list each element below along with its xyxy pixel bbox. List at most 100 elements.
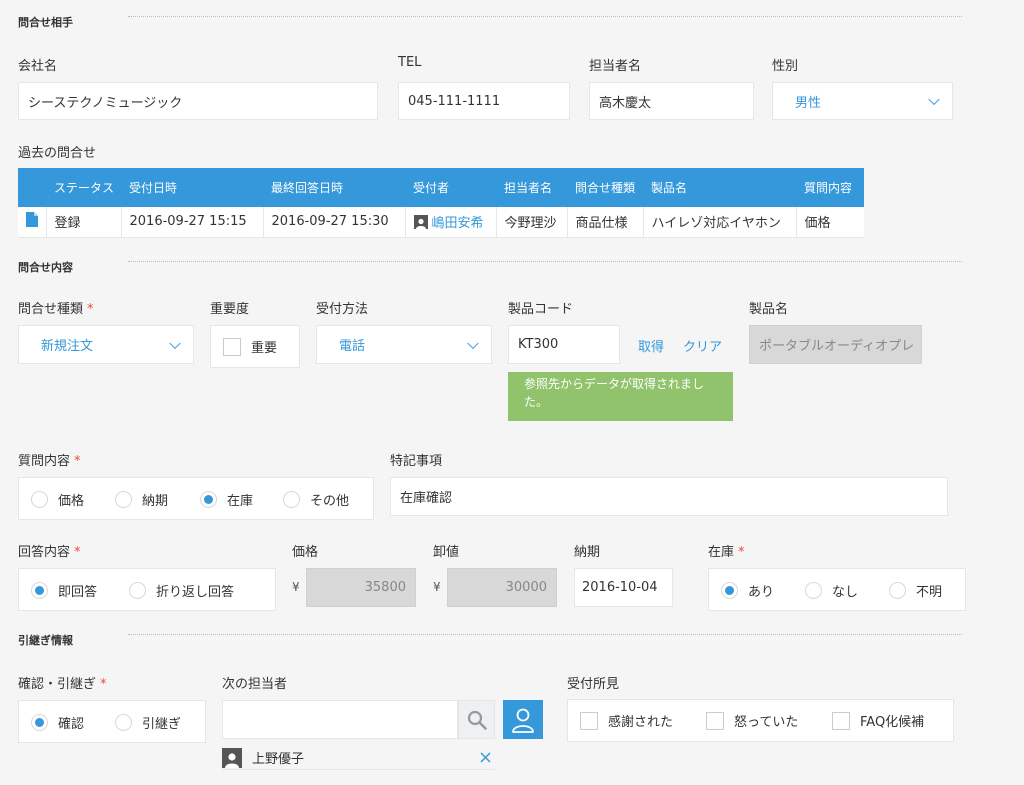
delivery-date-field[interactable]: 2016-10-04 [574,568,673,607]
method-label: 受付方法 [316,302,369,317]
person-field[interactable]: 高木慶太 [589,82,754,120]
history-header-row: ステータス 受付日時 最終回答日時 受付者 担当者名 問合せ種類 製品名 質問内… [18,168,864,207]
question-radio-stock[interactable]: 在庫 [200,490,253,509]
history-label: 過去の問合せ [18,146,97,161]
user-avatar-icon [222,747,242,768]
document-icon[interactable] [25,212,38,228]
history-cell-person: 今野理沙 [495,207,567,238]
history-col-last-answer: 最終回答日時 [263,168,405,207]
wholesale-label: 卸値 [433,545,460,560]
chevron-down-icon [467,337,479,349]
user-avatar-icon [413,215,428,230]
importance-label: 重要度 [210,302,250,317]
code-field[interactable]: KT300 [508,325,620,364]
gender-select[interactable]: 男性 [772,82,953,120]
chevron-down-icon [928,93,940,106]
section-title-contact: 問合せ相手 [18,16,73,29]
question-radio-group: 価格 納期 在庫 その他 [18,477,374,520]
history-cell-receiver[interactable]: 嶋田安希 [404,207,496,238]
price-yen: ¥ [292,580,300,594]
impression-checkbox-thanked[interactable]: 感謝された [580,711,673,730]
next-person-label: 次の担当者 [222,677,288,692]
confirm-radio-handover[interactable]: 引継ぎ [115,713,181,732]
notes-label: 特記事項 [390,454,443,469]
notes-field[interactable]: 在庫確認 [390,477,948,516]
section-title-handover: 引継ぎ情報 [18,634,73,647]
answer-label: 回答内容 * [18,545,81,560]
impression-checkbox-group: 感謝された 怒っていた FAQ化候補 [567,699,954,742]
stock-radio-yes[interactable]: あり [721,581,774,600]
fetch-link[interactable]: 取得 [638,336,664,355]
price-field: 35800 [306,568,416,607]
delivery-label: 納期 [574,545,601,560]
history-col-receiver: 受付者 [405,168,496,207]
stock-radio-no[interactable]: なし [805,581,858,600]
impression-label: 受付所見 [567,677,620,692]
clear-link[interactable]: クリア [683,336,722,355]
type-select[interactable]: 新規注文 [18,325,194,364]
history-col-icon [18,168,46,207]
history-cell-type: 商品仕様 [566,207,643,238]
question-radio-other[interactable]: その他 [283,490,349,509]
receiver-link[interactable]: 嶋田安希 [432,216,484,231]
question-label: 質問内容 * [18,454,81,469]
importance-group: 重要 [210,325,300,368]
remove-user-icon[interactable] [480,752,491,763]
person-label: 担当者名 [589,59,642,74]
history-col-type: 問合せ種類 [567,168,643,207]
history-cell-received: 2016-09-27 15:15 [120,207,263,238]
selected-user-chip: 上野優子 [222,746,495,770]
product-field: ポータブルオーディオプレ [749,325,922,364]
history-col-question: 質問内容 [796,168,864,207]
history-col-status: ステータス [46,168,121,207]
question-radio-delivery[interactable]: 納期 [115,490,168,509]
tel-field[interactable]: 045-111-1111 [398,82,570,120]
stock-radio-group: あり なし 不明 [708,568,966,611]
wholesale-field: 30000 [447,568,557,607]
history-cell-question: 価格 [795,207,864,238]
answer-radio-callback[interactable]: 折り返し回答 [129,581,234,600]
search-icon [467,710,487,730]
method-select[interactable]: 電話 [316,325,492,364]
history-col-person: 担当者名 [496,168,567,207]
gender-label: 性別 [772,59,799,74]
importance-checkbox[interactable]: 重要 [223,337,277,356]
user-search-button[interactable] [458,700,495,739]
fetch-success-tooltip: 参照先からデータが取得されました。 [508,372,733,421]
answer-radio-group: 即回答 折り返し回答 [18,568,276,611]
impression-checkbox-angry[interactable]: 怒っていた [706,711,798,730]
section-divider [128,16,962,17]
section-title-inquiry: 問合せ内容 [18,261,73,274]
confirm-label: 確認・引継ぎ * [18,677,107,692]
history-cell-product: ハイレゾ対応イヤホン [642,207,796,238]
selected-user-name: 上野優子 [252,752,305,767]
next-person-search-input[interactable] [222,700,458,739]
stock-radio-unknown[interactable]: 不明 [889,581,942,600]
impression-checkbox-faq[interactable]: FAQ化候補 [832,711,924,730]
history-cell-status: 登録 [45,207,121,238]
confirm-radio-group: 確認 引継ぎ [18,700,206,743]
history-cell-last-answer: 2016-09-27 15:30 [262,207,405,238]
tel-label: TEL [398,55,422,70]
user-icon [512,708,534,733]
user-picker-button[interactable] [503,700,543,739]
history-table: ステータス 受付日時 最終回答日時 受付者 担当者名 問合せ種類 製品名 質問内… [18,168,864,238]
type-label: 問合せ種類 * [18,302,94,317]
section-divider [128,634,962,635]
table-row[interactable]: 登録 2016-09-27 15:15 2016-09-27 15:30 嶋田安… [18,207,864,238]
wholesale-yen: ¥ [433,580,441,594]
history-col-product: 製品名 [643,168,796,207]
code-label: 製品コード [508,302,574,317]
history-cell-icon[interactable] [18,207,46,238]
question-radio-price[interactable]: 価格 [31,490,84,509]
answer-radio-immediate[interactable]: 即回答 [31,581,97,600]
product-label: 製品名 [749,302,789,317]
company-field[interactable]: シーステクノミュージック [18,82,378,120]
company-label: 会社名 [18,59,58,74]
confirm-radio-confirm[interactable]: 確認 [31,713,84,732]
stock-label: 在庫 * [708,545,745,560]
price-label: 価格 [292,545,319,560]
section-divider [128,261,962,262]
history-col-received: 受付日時 [121,168,263,207]
chevron-down-icon [169,337,181,349]
